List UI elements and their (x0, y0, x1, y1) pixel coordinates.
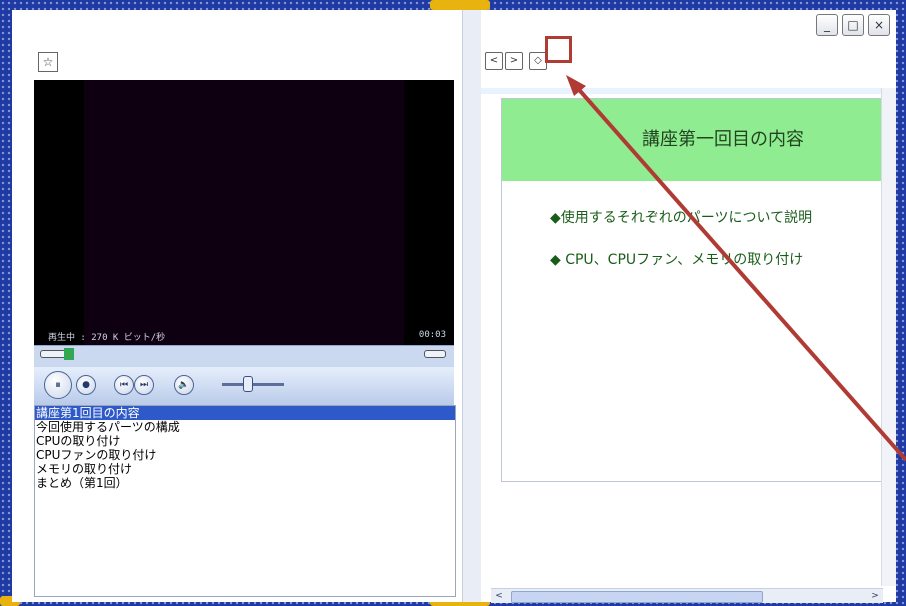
diamond-icon: ◇ (534, 55, 542, 66)
video-display[interactable]: 再生中 : 270 K ビット/秒 00:03 (34, 80, 454, 345)
playlist-item[interactable]: メモリの取り付け (35, 462, 455, 476)
pause-icon: ⏸ (55, 378, 61, 391)
forward-button[interactable]: > (505, 52, 523, 70)
video-frame (84, 80, 404, 345)
slide-bullet: ◆使用するそれぞれのパーツについて説明 (550, 210, 813, 226)
favorite-button[interactable]: ☆ (38, 52, 58, 72)
playlist-item[interactable]: CPUの取り付け (35, 434, 455, 448)
chevron-right-icon: > (509, 55, 519, 66)
right-panel: < > ◇ 講座第一回目の内容 ◆使用するそれぞれのパーツについて説明 ◆ CP… (481, 10, 896, 603)
scroll-left-icon[interactable]: < (493, 590, 505, 602)
volume-slider-thumb[interactable] (243, 376, 253, 392)
seek-thumb[interactable] (64, 348, 74, 360)
star-icon: ☆ (42, 55, 54, 69)
playlist-item[interactable]: CPUファンの取り付け (35, 448, 455, 462)
playlist-item[interactable]: まとめ（第1回） (35, 476, 455, 490)
close-button[interactable]: × (868, 14, 890, 36)
horizontal-scrollbar[interactable]: < > (491, 588, 883, 603)
slide-header-strip (481, 88, 896, 94)
chevron-left-icon: < (489, 55, 499, 66)
volume-slider-track[interactable] (222, 383, 284, 386)
slide-title-bar: 講座第一回目の内容 (502, 99, 884, 181)
speaker-icon: 🔈 (178, 380, 190, 390)
left-panel: ☆ 再生中 : 270 K ビット/秒 00:03 ⏸ ● ⏮ ⏭ 🔈 講座第1… (12, 10, 462, 602)
mute-button[interactable]: 🔈 (174, 375, 194, 395)
maximize-button[interactable]: □ (842, 14, 864, 36)
maximize-icon: □ (847, 18, 859, 32)
close-icon: × (873, 18, 885, 32)
panel-splitter[interactable] (462, 10, 482, 602)
previous-icon: ⏮ (119, 380, 129, 390)
pause-button[interactable]: ⏸ (44, 371, 72, 399)
playback-status-text: 再生中 : 270 K ビット/秒 (48, 333, 166, 343)
next-button[interactable]: ⏭ (134, 375, 154, 395)
next-icon: ⏭ (139, 380, 149, 390)
playback-time: 00:03 (418, 330, 446, 340)
slide-content: 講座第一回目の内容 ◆使用するそれぞれのパーツについて説明 ◆ CPU、CPUフ… (501, 98, 885, 482)
annotation-highlight-box (545, 36, 572, 63)
stop-button[interactable]: ● (76, 375, 96, 395)
seek-end-handle[interactable] (424, 350, 446, 358)
scroll-right-icon[interactable]: > (869, 590, 881, 602)
back-button[interactable]: < (485, 52, 503, 70)
vertical-scrollbar[interactable] (881, 88, 896, 586)
slide-bullet: ◆ CPU、CPUファン、メモリの取り付け (550, 252, 804, 268)
minimize-button[interactable]: _ (816, 14, 838, 36)
slide-title: 講座第一回目の内容 (642, 129, 804, 150)
stop-icon: ● (82, 380, 90, 390)
window-content: ☆ 再生中 : 270 K ビット/秒 00:03 ⏸ ● ⏮ ⏭ 🔈 講座第1… (12, 10, 896, 603)
player-controls: ⏸ ● ⏮ ⏭ 🔈 (34, 367, 454, 406)
minimize-icon: _ (824, 18, 830, 32)
playlist-item[interactable]: 講座第1回目の内容 (35, 406, 455, 420)
horizontal-scroll-thumb[interactable] (511, 591, 763, 603)
playlist: 講座第1回目の内容 今回使用するパーツの構成 CPUの取り付け CPUファンの取り付け… (34, 405, 456, 597)
frame-decoration-top (430, 0, 490, 10)
previous-button[interactable]: ⏮ (114, 375, 134, 395)
playlist-item[interactable]: 今回使用するパーツの構成 (35, 420, 455, 434)
seek-bar[interactable] (34, 345, 454, 368)
